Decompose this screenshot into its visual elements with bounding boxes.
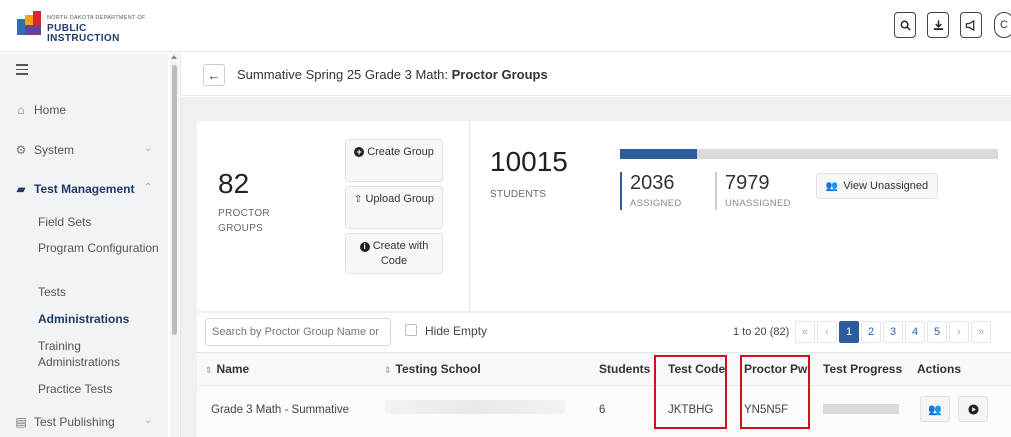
info-circle-icon: i [359,242,370,252]
hide-empty-checkbox[interactable] [405,324,417,336]
column-header-actions: Actions [917,362,962,376]
chevron-up-icon: ⌃ [144,182,153,193]
page-header: ← Summative Spring 25 Grade 3 Math: Proc… [181,53,1011,96]
page-4-button[interactable]: 4 [905,321,925,343]
create-group-label: Create Group [367,146,434,158]
assigned-count: 2036 [630,172,675,194]
column-header-label: Testing School [395,362,481,376]
summary-divider [469,121,470,311]
create-with-code-button[interactable]: i Create with Code [345,233,443,274]
assigned-progress-fill [620,149,697,159]
unassigned-count: 7979 [725,172,770,194]
menu-toggle-icon[interactable] [16,64,28,78]
back-button[interactable]: ← [203,64,225,86]
publish-icon: ▤ [15,415,27,429]
sidebar: ⌂ Home ⚙ System ⌄ ▰ Test Management ⌃ Fi… [0,53,168,437]
sidebar-item-label: Home [34,103,67,117]
page-5-button[interactable]: 5 [927,321,947,343]
upload-icon: ⇧ [354,194,363,205]
announcement-icon [965,19,975,31]
view-unassigned-label: View Unassigned [843,180,929,192]
cell-testing-school-redacted [385,400,565,414]
breadcrumb: Summative Spring 25 Grade 3 Math: Procto… [237,67,548,82]
play-circle-icon [967,403,979,415]
chevron-down-icon: ⌄ [144,415,153,426]
logo-big-text: PUBLIC INSTRUCTION [47,22,120,44]
plus-circle-icon: + [354,147,365,157]
column-header-name[interactable]: ⇕ Name [205,362,249,376]
breadcrumb-prefix: Summative Spring 25 Grade 3 Math: [237,67,452,82]
sidebar-subitem-administrations[interactable]: Administrations [38,311,166,327]
sidebar-scrollbar[interactable] [170,53,179,437]
page-first-button[interactable]: « [795,321,815,343]
proctor-groups-caption-line2: GROUPS [218,223,264,234]
user-menu-button[interactable]: C [994,12,1011,38]
sidebar-subitem-practice-tests[interactable]: Practice Tests [38,381,166,397]
logo-mark-icon [17,11,41,35]
upload-group-label: Upload Group [365,193,434,205]
proctor-groups-caption-line1: PROCTOR [218,208,270,219]
search-button[interactable] [894,12,916,38]
search-icon [900,20,911,31]
scrollbar-thumb[interactable] [172,65,177,335]
cell-students: 6 [599,404,606,416]
page-2-button[interactable]: 2 [861,321,881,343]
sidebar-subitem-tests[interactable]: Tests [38,284,166,300]
create-group-button[interactable]: + Create Group [345,139,443,182]
column-header-label: Name [216,362,250,376]
hide-empty-label: Hide Empty [425,324,488,338]
cell-name: Grade 3 Math - Summative [211,404,350,416]
sidebar-item-label: Test Management [34,182,135,196]
highlight-box-proctor-pw [740,355,810,429]
arrow-left-icon: ← [207,67,221,83]
page-title: Proctor Groups [451,67,548,82]
page-last-button[interactable]: » [971,321,991,343]
view-unassigned-button[interactable]: 👥 View Unassigned [816,173,938,199]
users-icon: 👥 [928,403,942,416]
announcement-button[interactable] [960,12,982,38]
start-test-button[interactable] [958,396,988,422]
sort-icon: ⇕ [384,365,392,375]
manage-students-button[interactable]: 👥 [920,396,950,422]
chevron-down-icon: ⌄ [144,143,153,154]
column-header-test-progress: Test Progress [823,362,903,376]
unassigned-caption: UNASSIGNED [725,198,791,209]
top-bar: NORTH DAKOTA DEPARTMENT OF PUBLIC INSTRU… [0,0,1011,52]
home-icon: ⌂ [17,103,25,117]
search-input[interactable] [205,318,391,346]
folder-icon: ▰ [16,182,26,196]
cell-test-progress-bar [823,404,899,414]
sort-icon: ⇕ [205,365,213,375]
page-3-button[interactable]: 3 [883,321,903,343]
download-button[interactable] [927,12,949,38]
assigned-caption: ASSIGNED [630,198,682,209]
gear-icon: ⚙ [15,143,27,157]
user-icon: C [1000,19,1008,31]
students-caption: STUDENTS [490,189,547,200]
assignment-progress-bar [620,149,998,159]
page-prev-button[interactable]: ‹ [817,321,837,343]
logo[interactable]: NORTH DAKOTA DEPARTMENT OF PUBLIC INSTRU… [17,11,147,43]
assigned-indicator [620,172,622,210]
upload-group-button[interactable]: ⇧ Upload Group [345,186,443,229]
sidebar-subitem-training-administrations[interactable]: Training Administrations [38,338,134,370]
sidebar-item-label: System [34,143,75,157]
column-header-students: Students [599,362,651,376]
create-with-code-label: Create with Code [372,240,429,267]
pagination-range: 1 to 20 (82) [733,326,790,338]
logo-small-text: NORTH DAKOTA DEPARTMENT OF [47,15,146,21]
students-count: 10015 [490,146,568,177]
proctor-groups-count: 82 [218,168,250,199]
users-icon: 👥 [825,180,839,192]
sidebar-subitem-field-sets[interactable]: Field Sets [38,214,166,230]
page-next-button[interactable]: › [949,321,969,343]
scroll-up-arrow-icon[interactable] [171,55,177,59]
sidebar-subitem-program-configuration[interactable]: Program Configuration [38,240,166,256]
column-header-testing-school[interactable]: ⇕ Testing School [384,362,481,376]
download-icon [933,20,943,31]
page-1-button[interactable]: 1 [839,321,859,343]
unassigned-indicator [715,172,717,210]
sidebar-item-label: Test Publishing [34,415,115,429]
highlight-box-test-code [654,355,727,429]
